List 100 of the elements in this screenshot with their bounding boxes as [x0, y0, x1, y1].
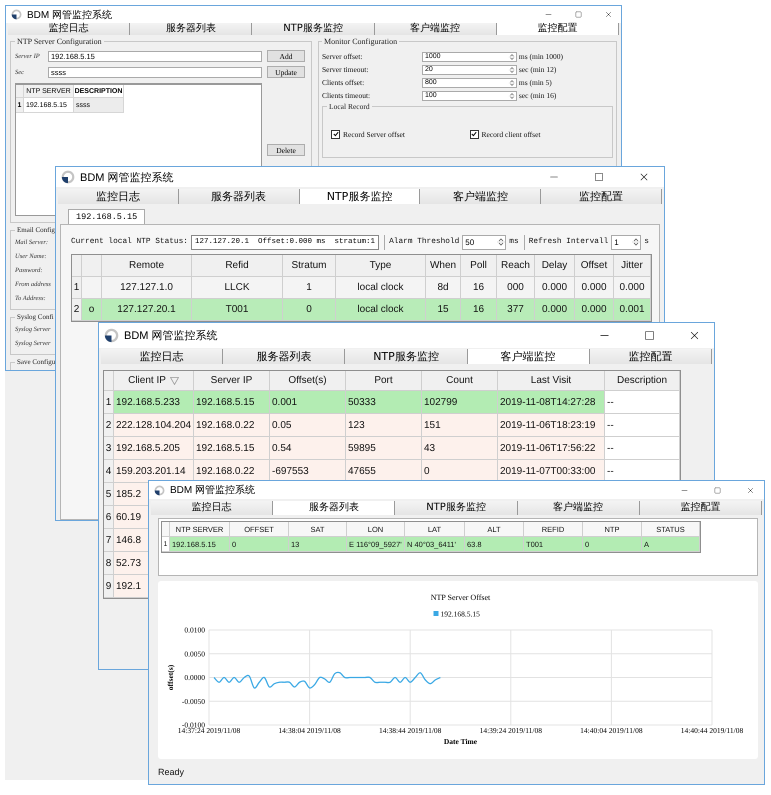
column-header[interactable]: Last Visit: [498, 371, 605, 391]
column-header[interactable]: Jitter: [614, 255, 651, 277]
column-header[interactable]: Server IP: [194, 371, 270, 391]
row-number: 2: [104, 414, 114, 437]
spin-arrows-icon[interactable]: [497, 236, 506, 248]
column-header[interactable]: Refid: [192, 255, 283, 277]
tab[interactable]: NTP服务监控: [300, 189, 420, 204]
column-header[interactable]: Delay: [535, 255, 575, 277]
tab[interactable]: NTP服务监控: [345, 349, 468, 364]
table-cell: 50333: [346, 391, 422, 414]
spin-field[interactable]: 50: [462, 234, 506, 250]
spin-arrows-icon[interactable]: [508, 92, 516, 100]
row-number: 1: [104, 391, 114, 414]
column-header[interactable]: Poll: [461, 255, 497, 277]
table-cell: 151: [422, 414, 498, 437]
column-header[interactable]: Count: [422, 371, 498, 391]
group-title: NTP Server Configuration: [16, 37, 103, 46]
tab[interactable]: 监控配置: [640, 501, 762, 515]
group-title: Monitor Configuration: [323, 37, 398, 46]
chart-title: NTP Server Offset: [430, 593, 490, 602]
tab[interactable]: 客户端监控: [374, 23, 497, 35]
column-header[interactable]: Offset: [575, 255, 614, 277]
table-cell: 192.168.5.15: [194, 391, 270, 414]
spin-arrows-icon[interactable]: [508, 52, 516, 60]
table-cell: 0.000: [575, 277, 614, 299]
tab[interactable]: 服务器列表: [273, 501, 396, 515]
maximize-icon[interactable]: [644, 330, 654, 341]
tab[interactable]: 服务器列表: [223, 349, 346, 364]
table-cell: 1: [283, 277, 336, 299]
table-cell: 192.168.5.15: [194, 437, 270, 460]
column-header[interactable]: Client IP: [114, 371, 194, 391]
table-cell: 0.000: [535, 277, 575, 299]
tab[interactable]: 监控配置: [541, 189, 662, 204]
close-icon[interactable]: [638, 171, 650, 183]
table-cell: 123: [346, 414, 422, 437]
tab[interactable]: 服务器列表: [178, 189, 300, 204]
column-header[interactable]: Offset(s): [270, 371, 346, 391]
row-number: 4: [104, 460, 114, 483]
spin-arrows-icon[interactable]: [632, 236, 640, 248]
window-title: BDM 网管监控系统: [27, 8, 112, 22]
status-text: Ready: [158, 766, 184, 776]
row-number: 7: [104, 529, 114, 552]
tab[interactable]: 监控日志: [8, 23, 130, 35]
checkbox[interactable]: [331, 130, 340, 138]
table-cell: 192.168.0.22: [194, 414, 270, 437]
table-cell: 192.168.5.205: [114, 437, 194, 460]
row-number: 9: [104, 575, 114, 598]
tab[interactable]: 监控日志: [58, 189, 179, 204]
tab[interactable]: 客户端监控: [420, 189, 542, 204]
table-cell: 0: [283, 299, 336, 321]
table-corner: [16, 85, 24, 98]
table-cell: o: [82, 299, 102, 321]
tab[interactable]: NTP服务监控: [252, 23, 375, 35]
tab[interactable]: 监控配置: [496, 23, 620, 35]
table-cell: 16: [461, 299, 497, 321]
window-title: BDM 网管监控系统: [124, 328, 218, 343]
table-cell: 0.001: [614, 299, 651, 321]
tab[interactable]: 监控日志: [101, 349, 224, 364]
tab[interactable]: 客户端监控: [518, 501, 640, 515]
table-corner: [104, 371, 114, 391]
table-cell: --: [605, 391, 680, 414]
table-cell: 16: [461, 277, 497, 299]
table-cell: 127.127.20.1: [102, 299, 192, 321]
column-header[interactable]: When: [426, 255, 461, 277]
maximize-icon[interactable]: [594, 172, 604, 182]
table-cell: 159.203.201.14: [114, 460, 194, 483]
tab[interactable]: 监控日志: [151, 501, 274, 515]
app-logo-icon: [154, 484, 165, 496]
column-header[interactable]: Type: [336, 255, 426, 277]
checkbox[interactable]: [470, 130, 478, 138]
column-header[interactable]: Stratum: [283, 255, 336, 277]
tab[interactable]: 服务器列表: [130, 23, 252, 35]
close-icon[interactable]: [604, 10, 613, 19]
app-logo-icon: [61, 170, 75, 184]
column-header[interactable]: Reach: [497, 255, 535, 277]
column-header[interactable]: Remote: [102, 255, 192, 277]
close-icon[interactable]: [746, 486, 754, 494]
column-header[interactable]: Description: [605, 371, 680, 391]
tab[interactable]: 监控配置: [590, 349, 712, 364]
table-cell: --: [605, 437, 680, 460]
number-field[interactable]: 1: [612, 238, 632, 246]
app-logo-icon: [11, 9, 22, 20]
subtab[interactable]: 192.168.5.15: [68, 209, 146, 224]
row-number: 2: [72, 299, 82, 321]
table-cell: 2019-11-06T18:23:19: [498, 414, 605, 437]
table-cell: 0.54: [270, 437, 346, 460]
table-cell: local clock: [336, 277, 426, 299]
tab[interactable]: 客户端监控: [468, 349, 590, 364]
spin-arrows-icon[interactable]: [508, 78, 516, 86]
spin-arrows-icon[interactable]: [508, 66, 516, 74]
number-field[interactable]: 50: [463, 238, 498, 246]
spin-field[interactable]: 1: [611, 234, 642, 250]
row-number: 1: [72, 277, 82, 299]
table-cell: LLCK: [192, 277, 283, 299]
table-cell: 0.000: [575, 299, 614, 321]
column-header[interactable]: Port: [346, 371, 422, 391]
table-cell: 2019-11-08T14:27:28: [498, 391, 605, 414]
table-cell: 192.168.5.233: [114, 391, 194, 414]
tab[interactable]: NTP服务监控: [395, 501, 518, 515]
table-cell: 222.128.104.204: [114, 414, 194, 437]
